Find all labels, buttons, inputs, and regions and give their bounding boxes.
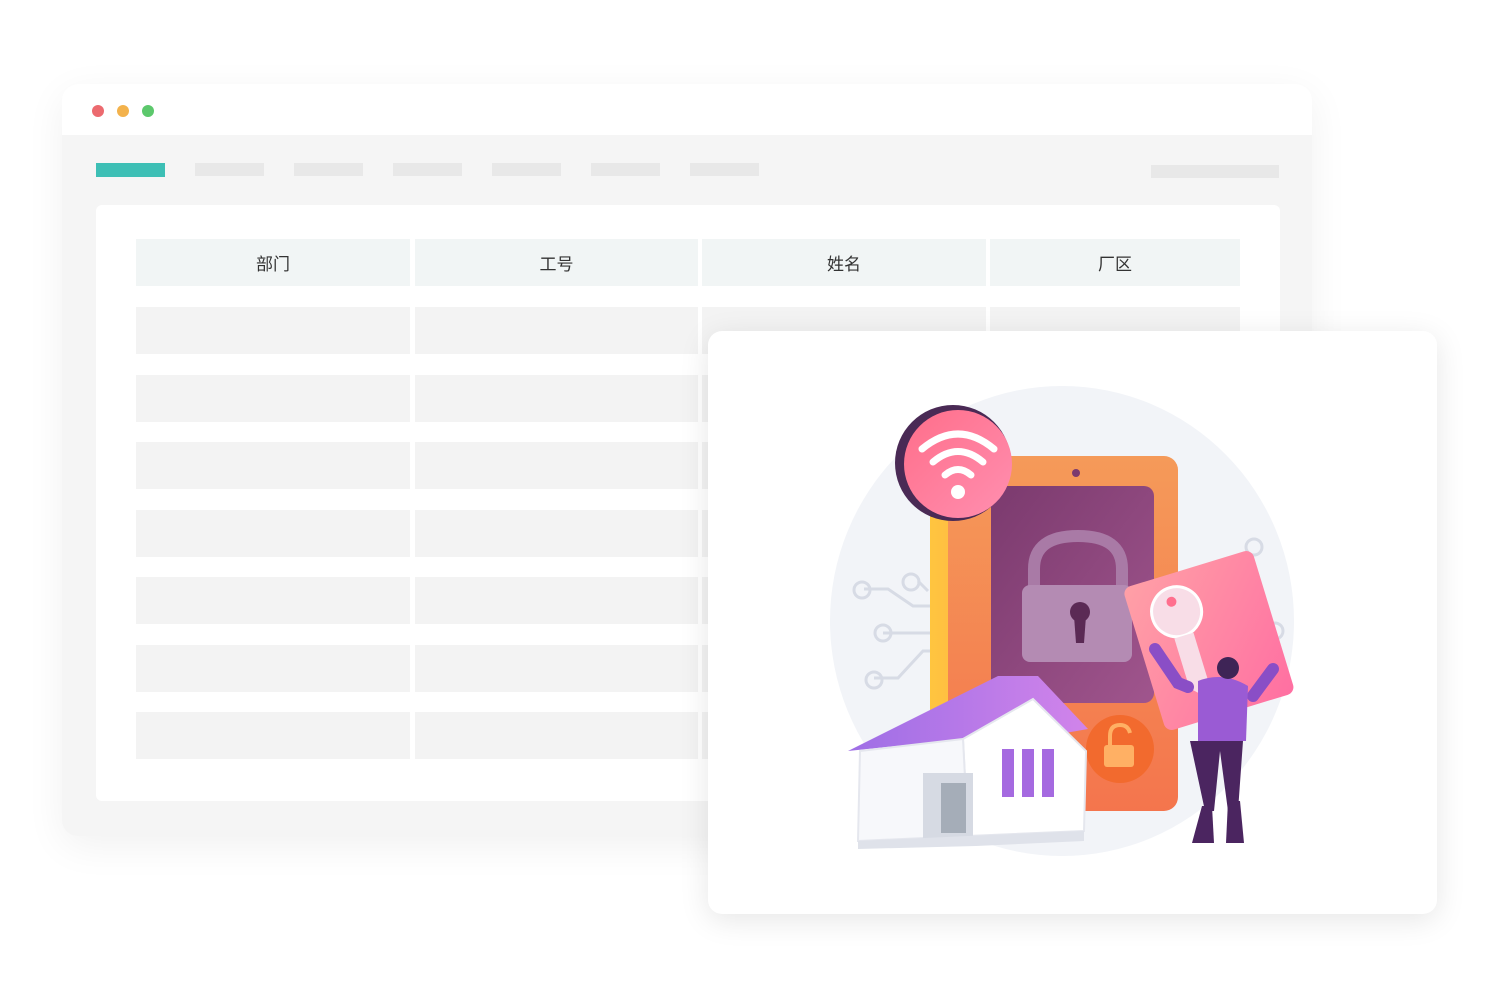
table-cell — [136, 374, 410, 422]
table-cell — [415, 307, 698, 354]
tab-4[interactable] — [393, 163, 462, 176]
minimize-button[interactable] — [117, 105, 129, 117]
illustration-card — [708, 331, 1437, 914]
house-window — [1002, 749, 1014, 797]
tablet-camera — [1072, 469, 1080, 477]
table-cell — [136, 307, 410, 354]
tab-3[interactable] — [294, 163, 363, 176]
tab-7[interactable] — [690, 163, 759, 176]
table-cell — [136, 577, 410, 624]
column-header-employee-id[interactable]: 工号 — [415, 239, 698, 286]
column-header-plant-area[interactable]: 厂区 — [990, 239, 1240, 286]
table-cell — [136, 712, 410, 759]
title-bar — [62, 84, 1312, 135]
house-door — [941, 783, 966, 833]
table-cell — [415, 644, 698, 692]
table-cell — [136, 509, 410, 557]
table-cell — [415, 374, 698, 422]
smart-home-security-illustration — [830, 386, 1294, 856]
table-cell — [136, 442, 410, 489]
maximize-button[interactable] — [142, 105, 154, 117]
wifi-badge — [904, 410, 1012, 518]
column-header-department[interactable]: 部门 — [136, 239, 410, 286]
unlock-icon — [1104, 745, 1134, 767]
tab-5[interactable] — [492, 163, 561, 176]
table-cell — [136, 644, 410, 692]
tab-6[interactable] — [591, 163, 660, 176]
table-cell — [415, 442, 698, 489]
tab-active[interactable] — [96, 163, 165, 177]
tab-2[interactable] — [195, 163, 264, 176]
table-cell — [415, 712, 698, 759]
column-header-name[interactable]: 姓名 — [702, 239, 986, 286]
close-button[interactable] — [92, 105, 104, 117]
toolbar-placeholder — [1151, 165, 1279, 178]
table-cell — [415, 509, 698, 557]
table-cell — [415, 577, 698, 624]
